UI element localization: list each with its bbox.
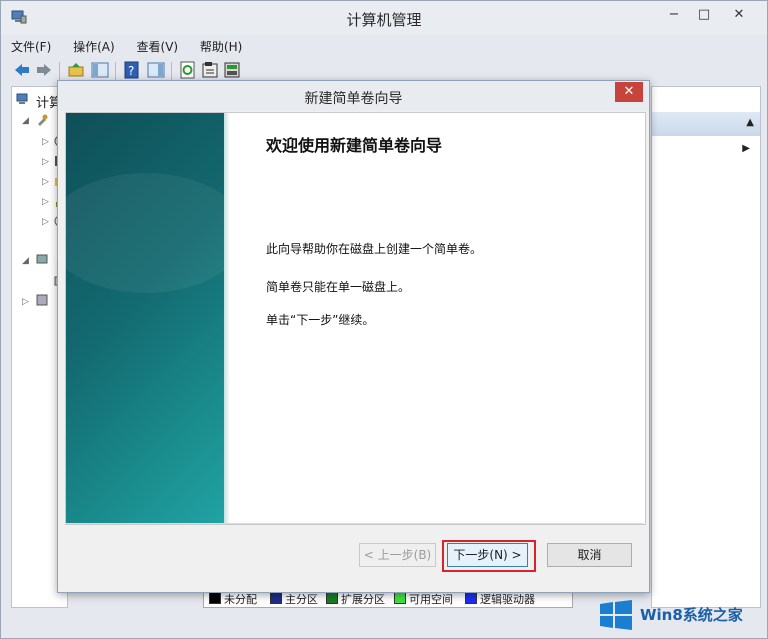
wizard-note: 简单卷只能在单一磁盘上。 bbox=[266, 280, 411, 294]
legend-item-logical-drive: 逻辑驱动器 bbox=[465, 591, 535, 607]
window-titlebar[interactable]: 计算机管理 − □ ✕ bbox=[1, 1, 767, 35]
show-hide-console-tree-icon[interactable] bbox=[91, 61, 109, 79]
svg-text:?: ? bbox=[128, 64, 134, 78]
system-tools-icon[interactable] bbox=[36, 114, 48, 126]
help-icon[interactable]: ? bbox=[123, 61, 141, 79]
show-hide-action-pane-icon[interactable] bbox=[147, 61, 165, 79]
minimize-button[interactable]: − bbox=[660, 5, 688, 25]
forward-arrow-icon[interactable] bbox=[35, 61, 53, 79]
back-button[interactable]: < 上一步(B) bbox=[359, 543, 436, 567]
legend-item-extended: 扩展分区 bbox=[326, 591, 385, 607]
legend-swatch bbox=[270, 592, 282, 604]
legend-item-free-space: 可用空间 bbox=[394, 591, 453, 607]
computer-icon bbox=[16, 93, 28, 104]
toolbar-separator bbox=[115, 62, 116, 80]
properties-icon[interactable] bbox=[201, 61, 219, 79]
windows-logo-icon bbox=[600, 600, 632, 630]
cancel-button[interactable]: 取消 bbox=[547, 543, 632, 567]
maximize-button[interactable]: □ bbox=[690, 5, 718, 25]
menu-help[interactable]: 帮助(H) bbox=[196, 36, 246, 57]
legend-swatch bbox=[465, 592, 477, 604]
banner-edge-decoration bbox=[224, 113, 230, 524]
toolbar-separator bbox=[171, 62, 172, 80]
menu-bar: 文件(F) 操作(A) 查看(V) 帮助(H) bbox=[7, 36, 256, 56]
services-applications-icon[interactable] bbox=[36, 294, 48, 306]
close-button[interactable]: ✕ bbox=[725, 5, 753, 25]
dialog-title: 新建简单卷向导 bbox=[304, 91, 403, 107]
expand-arrow-icon[interactable]: ▷ bbox=[42, 197, 49, 207]
back-arrow-icon[interactable] bbox=[13, 61, 31, 79]
collapse-arrow-icon[interactable]: ◢ bbox=[22, 116, 29, 126]
expand-arrow-icon[interactable]: ▷ bbox=[42, 177, 49, 187]
expand-arrow-icon[interactable]: ▷ bbox=[22, 297, 29, 307]
wizard-continue-hint: 单击“下一步”继续。 bbox=[266, 313, 375, 327]
legend-item-unallocated: 未分配 bbox=[209, 591, 257, 607]
actions-header[interactable] bbox=[652, 112, 760, 136]
collapse-up-arrow-icon[interactable]: ▲ bbox=[746, 117, 754, 128]
legend-swatch bbox=[209, 592, 221, 604]
expand-arrow-icon[interactable]: ▷ bbox=[42, 137, 49, 147]
legend-swatch bbox=[326, 592, 338, 604]
actions-pane: ▲ ▶ bbox=[651, 86, 761, 608]
wizard-heading: 欢迎使用新建简单卷向导 bbox=[266, 136, 443, 155]
dialog-titlebar[interactable]: 新建简单卷向导 ✕ bbox=[58, 81, 649, 111]
menu-action[interactable]: 操作(A) bbox=[69, 36, 119, 57]
toolbar-separator bbox=[59, 62, 60, 80]
watermark-text: Win8系统之家 bbox=[640, 606, 743, 624]
storage-icon[interactable] bbox=[36, 253, 48, 265]
refresh-icon[interactable] bbox=[179, 61, 197, 79]
more-actions-arrow-icon[interactable]: ▶ bbox=[742, 143, 750, 154]
window-title: 计算机管理 bbox=[346, 11, 422, 29]
dialog-separator bbox=[65, 523, 644, 524]
wizard-banner-image bbox=[46, 113, 246, 524]
legend-swatch bbox=[394, 592, 406, 604]
legend-item-primary: 主分区 bbox=[270, 591, 318, 607]
menu-file[interactable]: 文件(F) bbox=[7, 36, 55, 57]
site-watermark: Win8系统之家 bbox=[598, 597, 768, 633]
wizard-welcome-page: 欢迎使用新建简单卷向导 此向导帮助你在磁盘上创建一个简单卷。 简单卷只能在单一磁… bbox=[46, 112, 646, 525]
expand-arrow-icon[interactable]: ▷ bbox=[42, 157, 49, 167]
new-simple-volume-wizard: 新建简单卷向导 ✕ 欢迎使用新建简单卷向导 此向导帮助你在磁盘上创建一个简单卷。… bbox=[46, 80, 650, 593]
collapse-arrow-icon[interactable]: ◢ bbox=[22, 256, 29, 266]
up-folder-icon[interactable] bbox=[67, 61, 85, 79]
disk-settings-icon[interactable] bbox=[223, 61, 241, 79]
menu-view[interactable]: 查看(V) bbox=[133, 36, 183, 57]
banner-arc-decoration bbox=[46, 173, 246, 293]
next-button-highlight bbox=[442, 540, 536, 572]
dialog-close-button[interactable]: ✕ bbox=[615, 82, 643, 102]
wizard-description: 此向导帮助你在磁盘上创建一个简单卷。 bbox=[266, 242, 483, 256]
